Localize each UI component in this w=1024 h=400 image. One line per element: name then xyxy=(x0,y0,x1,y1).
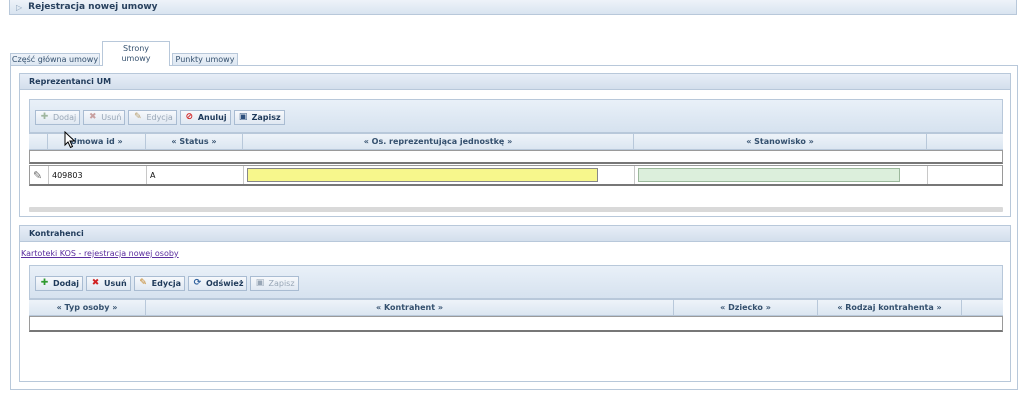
save-button[interactable]: ▣ Zapisz xyxy=(233,110,285,125)
edit-button[interactable]: ✎ Edycja xyxy=(128,110,177,125)
delete-button[interactable]: ✖ Usuń xyxy=(83,110,126,125)
cell-filler xyxy=(928,166,1002,184)
row-edit-icon[interactable]: ✎ xyxy=(30,166,49,184)
column-header-umowa-id[interactable]: Umowa id » xyxy=(48,134,146,149)
column-header-stanowisko[interactable]: « Stanowisko » xyxy=(634,134,927,149)
column-header-kontrahent[interactable]: « Kontrahent » xyxy=(146,300,674,315)
representatives-toolbar: ✚ Dodaj ✖ Usuń ✎ Edycja ⊘ Anuluj ▣ Zapis… xyxy=(35,110,285,125)
stanowisko-input[interactable] xyxy=(638,168,900,182)
delete-contractor-button[interactable]: ✖ Usuń xyxy=(86,276,131,291)
cell-status: A xyxy=(147,166,244,184)
page-title: Rejestracja nowej umowy xyxy=(28,2,158,12)
collapse-triangle-icon[interactable]: ▷ xyxy=(16,3,22,12)
contractors-grid-header: « Typ osoby » « Kontrahent » « Dziecko »… xyxy=(29,299,1003,316)
delete-x-icon: ✖ xyxy=(91,278,100,288)
edit-pencil-icon: ✎ xyxy=(139,278,147,288)
add-contractor-button[interactable]: ✚ Dodaj xyxy=(35,276,84,291)
representatives-section: Reprezentanci UM ✚ Dodaj ✖ Usuń ✎ Edycja… xyxy=(19,73,1011,217)
contractors-toolbar: ✚ Dodaj ✖ Usuń ✎ Edycja ⟳ Odśwież ▣ Zapi… xyxy=(35,276,299,291)
delete-contractor-label: Usuń xyxy=(104,279,127,288)
refresh-icon: ⟳ xyxy=(193,278,202,288)
representatives-title: Reprezentanci UM xyxy=(20,74,1010,90)
edit-contractor-button[interactable]: ✎ Edycja xyxy=(133,276,185,291)
header-filler xyxy=(962,300,1003,315)
tab-strony-umowy[interactable]: Strony umowy xyxy=(102,41,170,66)
header-spacer xyxy=(29,134,48,149)
edit-contractor-label: Edycja xyxy=(151,279,181,288)
tab-strony-umowy-label: Strony umowy xyxy=(121,44,151,63)
column-header-rodzaj-kontrahenta[interactable]: « Rodzaj kontrahenta » xyxy=(818,300,962,315)
save-disk-icon: ▣ xyxy=(255,278,265,288)
contractors-title: Kontrahenci xyxy=(20,226,1010,242)
delete-x-icon: ✖ xyxy=(88,112,97,122)
save-contractor-label: Zapisz xyxy=(268,279,295,288)
refresh-button[interactable]: ⟳ Odśwież xyxy=(187,276,248,291)
representatives-toolbar-area: ✚ Dodaj ✖ Usuń ✎ Edycja ⊘ Anuluj ▣ Zapis… xyxy=(29,99,1003,133)
refresh-button-label: Odśwież xyxy=(205,279,244,288)
edit-row-icon: ✎ xyxy=(33,168,43,182)
column-header-dziecko[interactable]: « Dziecko » xyxy=(674,300,818,315)
representatives-grid-header: Umowa id » « Status » « Os. reprezentują… xyxy=(29,133,1003,150)
cell-stanowisko xyxy=(635,166,928,184)
kos-registration-link[interactable]: Kartoteki KOS - rejestracja nowej osoby xyxy=(21,249,179,258)
column-header-osoba[interactable]: « Os. reprezentująca jednostkę » xyxy=(243,134,634,149)
tab-content-panel: Reprezentanci UM ✚ Dodaj ✖ Usuń ✎ Edycja… xyxy=(10,65,1018,390)
edit-pencil-icon: ✎ xyxy=(134,112,142,122)
add-contractor-label: Dodaj xyxy=(53,279,80,288)
add-button-label: Dodaj xyxy=(53,113,77,122)
cancel-circle-icon: ⊘ xyxy=(185,112,194,122)
contractors-toolbar-area: ✚ Dodaj ✖ Usuń ✎ Edycja ⟳ Odśwież ▣ Zapi… xyxy=(29,265,1003,299)
tab-punkty-umowy[interactable]: Punkty umowy xyxy=(172,53,238,65)
tab-czesc-glowna[interactable]: Część główna umowy xyxy=(10,53,100,65)
column-header-typ-osoby[interactable]: « Typ osoby » xyxy=(29,300,146,315)
delete-button-label: Usuń xyxy=(101,113,122,122)
cell-umowa-id: 409803 xyxy=(49,166,147,184)
plus-icon: ✚ xyxy=(40,112,49,122)
save-disk-icon: ▣ xyxy=(238,112,248,122)
contractors-empty-grid xyxy=(29,316,1003,332)
cancel-button-label: Anuluj xyxy=(197,113,227,122)
page-header[interactable]: ▷ Rejestracja nowej umowy xyxy=(9,0,1017,15)
osoba-input[interactable] xyxy=(247,168,598,182)
save-contractor-button[interactable]: ▣ Zapisz xyxy=(250,276,299,291)
contractors-section: Kontrahenci Kartoteki KOS - rejestracja … xyxy=(19,225,1011,382)
column-header-status[interactable]: « Status » xyxy=(146,134,243,149)
plus-icon: ✚ xyxy=(40,278,49,288)
add-button[interactable]: ✚ Dodaj xyxy=(35,110,81,125)
cell-osoba xyxy=(244,166,635,184)
cancel-button[interactable]: ⊘ Anuluj xyxy=(179,110,231,125)
mouse-cursor-icon xyxy=(64,131,76,149)
representatives-filter-row xyxy=(29,150,1003,164)
horizontal-scrollbar[interactable] xyxy=(29,207,1003,212)
edit-button-label: Edycja xyxy=(146,113,173,122)
header-filler xyxy=(927,134,1003,149)
table-row[interactable]: ✎ 409803 A xyxy=(29,165,1003,186)
save-button-label: Zapisz xyxy=(251,113,281,122)
